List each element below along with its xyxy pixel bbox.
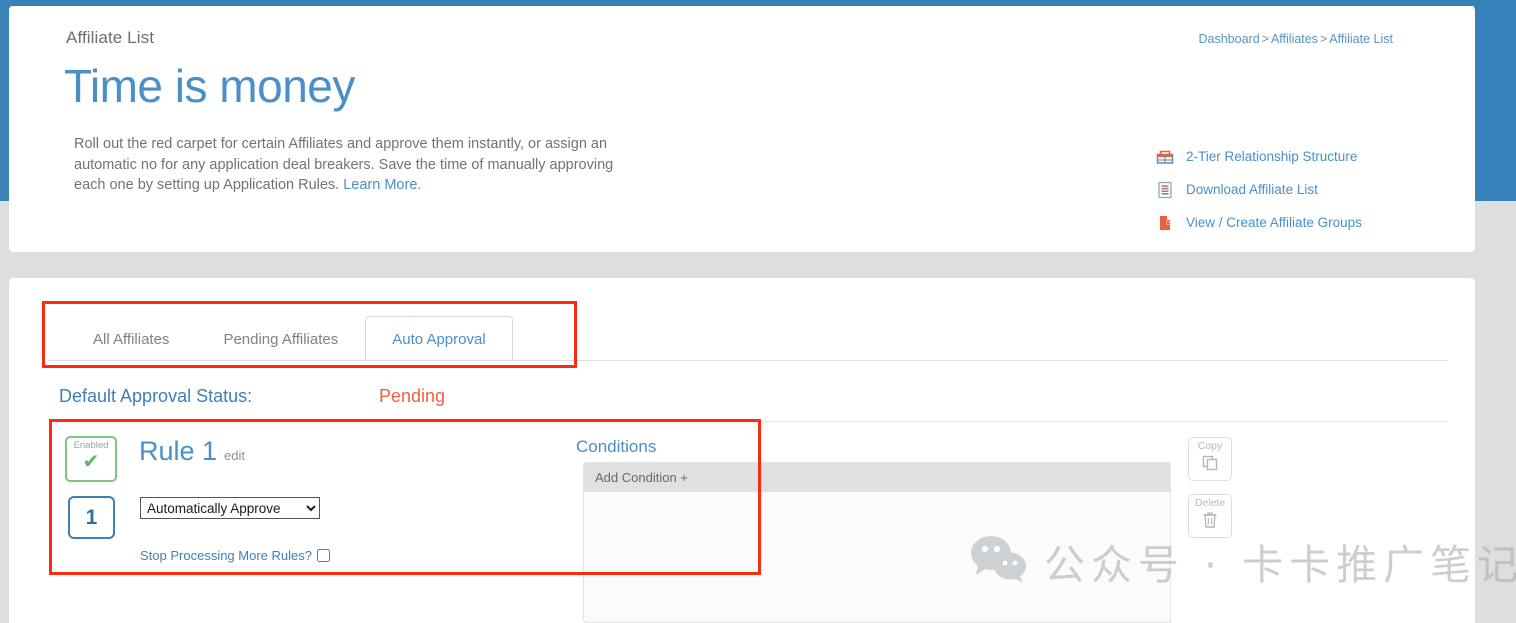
breadcrumb-item-affiliate-list[interactable]: Affiliate List — [1329, 32, 1393, 46]
app-chrome-right-rail — [1474, 0, 1516, 201]
rule-title: Rule 1 — [139, 436, 218, 466]
breadcrumb-item-affiliates[interactable]: Affiliates — [1271, 32, 1318, 46]
copy-button-label: Copy — [1197, 440, 1223, 452]
watermark: 公众号 · 卡卡推广笔记 — [968, 531, 1516, 591]
rule-edit-link[interactable]: edit — [224, 448, 245, 463]
rule-enabled-badge[interactable]: Enabled ✔ — [65, 436, 117, 482]
header-card: Affiliate List Time is money Roll out th… — [9, 6, 1475, 252]
conditions-title: Conditions — [576, 437, 657, 456]
action-link-label: Download Affiliate List — [1186, 182, 1318, 197]
action-link-download-affiliate-list[interactable]: Download Affiliate List — [1155, 173, 1415, 206]
rule-action-select[interactable]: Automatically Approve Automatically Decl… — [140, 497, 320, 519]
tab-all-affiliates[interactable]: All Affiliates — [66, 316, 196, 361]
default-approval-status-label: Default Approval Status: — [59, 386, 253, 406]
tab-bar: All Affiliates Pending Affiliates Auto A… — [66, 316, 513, 361]
check-icon: ✔ — [82, 451, 100, 473]
action-link-label: 2-Tier Relationship Structure — [1186, 149, 1358, 164]
copy-icon — [1200, 453, 1220, 478]
page-title: Time is money — [64, 60, 355, 112]
add-condition-button[interactable]: Add Condition + — [584, 463, 1170, 492]
relationship-structure-icon — [1155, 147, 1175, 167]
delete-button-label: Delete — [1194, 497, 1226, 509]
tab-pending-affiliates[interactable]: Pending Affiliates — [196, 316, 365, 361]
breadcrumb-item-dashboard[interactable]: Dashboard — [1199, 32, 1260, 46]
header-action-links: 2-Tier Relationship Structure Download A… — [1155, 140, 1415, 239]
action-link-2-tier-relationship-structure[interactable]: 2-Tier Relationship Structure — [1155, 140, 1415, 173]
stop-processing-row: Stop Processing More Rules? — [140, 548, 330, 563]
learn-more-link[interactable]: Learn More. — [343, 177, 421, 193]
copy-rule-button[interactable]: Copy — [1188, 437, 1232, 481]
stop-processing-checkbox[interactable] — [316, 549, 330, 562]
affiliate-groups-icon — [1155, 213, 1175, 233]
page-root: Affiliate List Time is money Roll out th… — [0, 0, 1516, 623]
download-list-icon — [1155, 180, 1175, 200]
breadcrumb-separator: > — [1319, 32, 1328, 46]
wechat-icon — [968, 533, 1030, 590]
breadcrumb: Dashboard > Affiliates > Affiliate List — [1199, 32, 1394, 46]
action-link-label: View / Create Affiliate Groups — [1186, 215, 1362, 230]
hero-description: Roll out the red carpet for certain Affi… — [74, 134, 614, 196]
tab-auto-approval[interactable]: Auto Approval — [365, 316, 513, 361]
default-approval-status-value[interactable]: Pending — [379, 386, 445, 407]
page-eyebrow: Affiliate List — [66, 28, 155, 47]
action-link-view-create-affiliate-groups[interactable]: View / Create Affiliate Groups — [1155, 206, 1415, 239]
tab-bar-divider — [49, 360, 1448, 361]
rule-order-number: 1 — [68, 496, 115, 539]
section-divider — [49, 421, 1448, 422]
stop-processing-label: Stop Processing More Rules? — [140, 548, 312, 563]
rule-enabled-label: Enabled — [73, 440, 109, 451]
watermark-text: 公众号 · 卡卡推广笔记 — [1044, 541, 1516, 589]
breadcrumb-separator: > — [1261, 32, 1269, 46]
